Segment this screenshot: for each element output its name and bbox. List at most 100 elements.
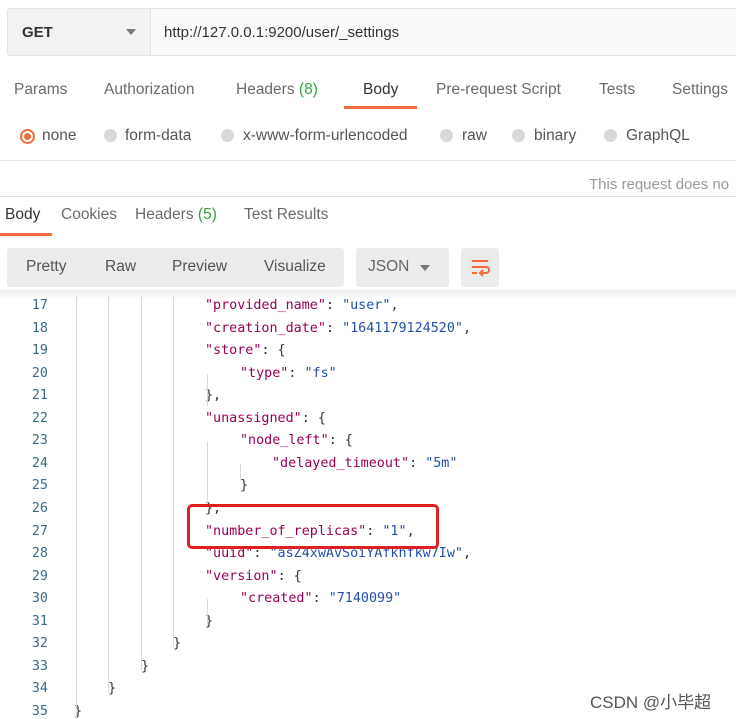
url-input[interactable]: http://127.0.0.1:9200/user/_settings xyxy=(151,8,736,56)
json-key: "unassigned" xyxy=(205,410,302,426)
json-punctuation: } xyxy=(240,478,249,494)
code-line: } xyxy=(108,681,116,696)
radio-raw-label: raw xyxy=(462,127,487,144)
line-number: 18 xyxy=(31,320,48,336)
json-key: "version" xyxy=(205,568,278,584)
highlight-box xyxy=(187,504,439,549)
line-number: 19 xyxy=(31,343,48,359)
code-line: } xyxy=(141,659,149,674)
indent-guide xyxy=(173,296,174,646)
code-line: "unassigned": { xyxy=(205,411,326,426)
indent-guide xyxy=(240,464,241,481)
line-number: 27 xyxy=(31,523,48,539)
active-response-tab-indicator xyxy=(0,233,52,236)
line-number: 33 xyxy=(31,658,48,674)
json-value: "1641179124520" xyxy=(342,320,463,336)
tab-authorization[interactable]: Authorization xyxy=(104,81,194,99)
watermark: CSDN @小毕超 xyxy=(590,693,712,712)
method-select[interactable]: GET xyxy=(7,8,151,56)
tab-params[interactable]: Params xyxy=(14,81,67,99)
response-tab-headers-label: Headers xyxy=(135,206,194,223)
json-punctuation: : xyxy=(325,320,343,336)
tab-settings[interactable]: Settings xyxy=(672,81,728,99)
wrap-lines-button[interactable] xyxy=(461,248,499,287)
tab-body[interactable]: Body xyxy=(363,81,398,99)
response-tab-body[interactable]: Body xyxy=(5,206,40,224)
radio-graphql-label: GraphQL xyxy=(626,127,690,144)
radio-urlencoded[interactable] xyxy=(221,129,234,142)
json-punctuation: : xyxy=(409,455,426,471)
line-number: 30 xyxy=(31,591,48,607)
view-raw-button[interactable]: Raw xyxy=(105,258,136,276)
json-punctuation: : { xyxy=(301,410,326,426)
code-line: } xyxy=(173,636,181,651)
view-pretty-button[interactable]: Pretty xyxy=(26,258,66,276)
indent-guide xyxy=(108,296,109,692)
json-key: "node_left" xyxy=(240,433,329,449)
line-number: 28 xyxy=(31,546,48,562)
radio-form-data-label: form-data xyxy=(125,127,192,144)
code-line: "node_left": { xyxy=(240,433,353,448)
line-number: 31 xyxy=(31,613,48,629)
json-punctuation: : xyxy=(325,298,343,313)
view-visualize-button[interactable]: Visualize xyxy=(264,258,326,276)
indent-guide xyxy=(141,296,142,670)
chevron-down-icon xyxy=(126,29,136,35)
json-key: "creation_date" xyxy=(205,320,326,336)
code-line: "created": "7140099" xyxy=(240,591,401,606)
request-url-bar: GET http://127.0.0.1:9200/user/_settings xyxy=(7,8,736,56)
radio-binary[interactable] xyxy=(512,129,525,142)
divider xyxy=(0,160,736,161)
tab-tests[interactable]: Tests xyxy=(599,81,635,99)
json-punctuation: } xyxy=(141,658,150,674)
tab-headers-label: Headers xyxy=(236,81,295,98)
json-punctuation: , xyxy=(463,320,472,336)
line-number: 20 xyxy=(31,365,48,381)
line-number: 29 xyxy=(31,568,48,584)
code-line: "type": "fs" xyxy=(240,366,337,381)
json-punctuation: , xyxy=(462,546,472,562)
code-line: "creation_date": "1641179124520", xyxy=(205,321,471,336)
json-punctuation: } xyxy=(173,636,182,652)
line-number: 24 xyxy=(31,455,48,471)
method-label: GET xyxy=(22,24,53,41)
json-punctuation: , xyxy=(390,298,399,313)
response-headers-count-badge: (5) xyxy=(197,206,217,223)
radio-graphql[interactable] xyxy=(604,129,617,142)
json-value: "5m" xyxy=(425,455,458,471)
line-number: 25 xyxy=(31,478,48,494)
line-number: 21 xyxy=(31,388,48,404)
line-number: 34 xyxy=(31,681,48,697)
tab-headers[interactable]: Headers (8) xyxy=(236,81,318,99)
format-label: JSON xyxy=(368,258,410,275)
line-number: 17 xyxy=(31,298,48,313)
json-value: "fs" xyxy=(304,365,337,381)
json-key: "created" xyxy=(240,591,313,607)
url-text: http://127.0.0.1:9200/user/_settings xyxy=(164,24,400,41)
tab-pre-request-script[interactable]: Pre-request Script xyxy=(436,81,561,99)
active-tab-indicator xyxy=(344,106,417,109)
radio-binary-label: binary xyxy=(534,127,577,144)
code-line: "provided_name": "user", xyxy=(205,298,399,313)
json-key: "provided_name" xyxy=(205,298,326,313)
json-value: "user" xyxy=(342,298,391,313)
radio-form-data[interactable] xyxy=(104,129,117,142)
code-line: } xyxy=(240,478,248,493)
json-punctuation: : { xyxy=(277,568,302,584)
code-line: "delayed_timeout": "5m" xyxy=(272,456,457,471)
wrap-lines-icon xyxy=(472,260,490,277)
format-select[interactable]: JSON xyxy=(356,248,449,287)
response-tab-headers[interactable]: Headers (5) xyxy=(135,206,217,224)
response-tab-test-results[interactable]: Test Results xyxy=(244,206,328,224)
indent-guide xyxy=(207,442,208,504)
indent-guide xyxy=(207,374,208,406)
json-punctuation: : xyxy=(312,591,329,607)
divider xyxy=(0,196,736,197)
radio-none-label: none xyxy=(42,127,77,144)
line-number: 26 xyxy=(31,500,48,516)
radio-raw[interactable] xyxy=(440,129,453,142)
view-preview-button[interactable]: Preview xyxy=(172,258,227,276)
response-tab-cookies[interactable]: Cookies xyxy=(61,206,117,224)
json-punctuation: : { xyxy=(328,433,353,449)
radio-none[interactable] xyxy=(20,129,35,144)
